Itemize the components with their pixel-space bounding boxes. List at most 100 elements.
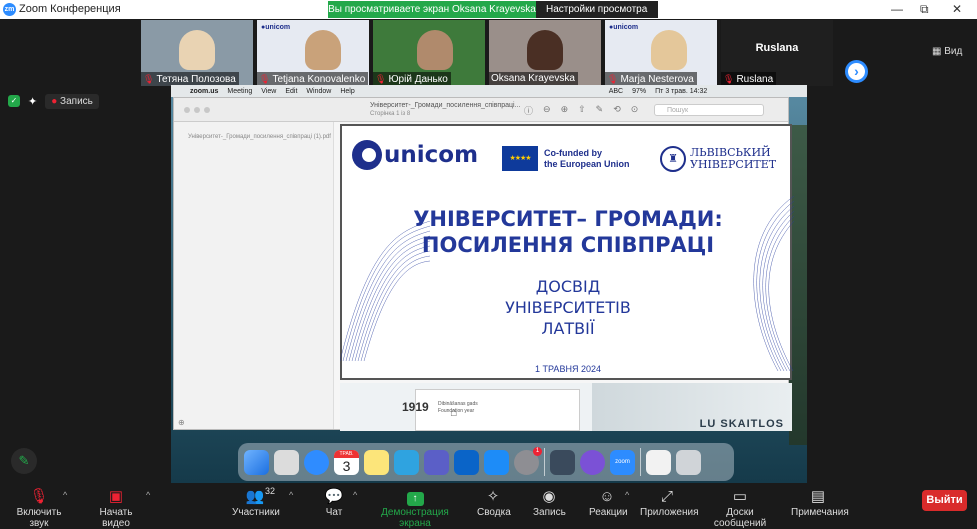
- summary-label: Сводка: [477, 507, 511, 518]
- grid-icon: ▦: [932, 46, 942, 57]
- telegram-icon[interactable]: [394, 449, 419, 475]
- chat-options-chevron[interactable]: ^: [353, 490, 357, 500]
- ai-companion-icon[interactable]: ✦: [28, 95, 37, 108]
- settings-icon[interactable]: 1: [514, 446, 542, 475]
- university-seal-icon: ♜: [660, 146, 686, 172]
- shared-screen: zoom.us Meeting View Edit Window Help AB…: [171, 85, 807, 483]
- notes-label: Примечания: [791, 507, 849, 518]
- annotate-icon[interactable]: ⊙: [631, 104, 639, 117]
- participant-tile[interactable]: ●unicom 🎙 Tetjana Konovalenko: [257, 20, 369, 86]
- participant-video: [651, 30, 687, 70]
- recording-label: Запись: [60, 95, 93, 107]
- notes-button[interactable]: ▤ Примечания: [791, 487, 849, 518]
- unicom-mark-icon: [352, 140, 382, 170]
- mac-menu-item[interactable]: Window: [306, 88, 331, 95]
- muted-mic-icon: 🎙: [143, 74, 155, 84]
- window-title: Zoom Конференция: [19, 3, 121, 15]
- sidebar-file-name[interactable]: Університет-_Громади_посилення_співпраці…: [188, 134, 331, 140]
- dock-separator: [544, 448, 545, 476]
- teams-icon[interactable]: [424, 449, 449, 475]
- muted-mic-icon: 🎙: [607, 74, 619, 84]
- document-icon[interactable]: [646, 449, 671, 475]
- zoom-out-icon[interactable]: ⊖: [543, 104, 551, 117]
- app-store-icon[interactable]: [484, 449, 509, 475]
- record-label: Запись: [533, 507, 566, 518]
- apps-button[interactable]: ⤢ Приложения: [640, 487, 699, 518]
- unicom-logo-icon: ●unicom: [609, 24, 639, 31]
- eu-text: Co-funded by the European Union: [544, 147, 630, 169]
- participant-avatar-name: Ruslana: [755, 42, 799, 54]
- finder-icon[interactable]: [244, 449, 269, 475]
- mac-menu-item[interactable]: Meeting: [227, 88, 252, 95]
- lviv-university-logo: ♜ ЛЬВІВСЬКИЙ УНІВЕРСИТЕТ: [660, 146, 776, 172]
- close-button[interactable]: ✕: [952, 2, 962, 16]
- participants-label: Участники: [232, 507, 280, 518]
- notification-badge: 1: [533, 446, 542, 456]
- safari-icon[interactable]: [304, 449, 329, 475]
- markup-icon[interactable]: ✎: [596, 104, 604, 117]
- reactions-options-chevron[interactable]: ^: [625, 490, 629, 500]
- foundation-label: Dibināšanas gads Foundation year: [438, 401, 478, 414]
- view-button[interactable]: ▦ Вид: [932, 46, 962, 57]
- close-dot-icon[interactable]: [184, 107, 190, 113]
- calendar-day: 3: [342, 457, 351, 474]
- video-off-icon: ▣: [108, 488, 124, 505]
- participant-video: [527, 30, 563, 70]
- trash-icon[interactable]: [676, 449, 701, 475]
- search-input[interactable]: Пошук: [654, 104, 764, 116]
- participant-tile[interactable]: Oksana Krayevska: [489, 20, 601, 86]
- zoom-dock-icon[interactable]: zoom: [610, 449, 635, 475]
- preview-app-icon[interactable]: [550, 449, 575, 475]
- foundation-year: 1919: [402, 400, 429, 414]
- mac-menu-item[interactable]: Edit: [285, 88, 297, 95]
- minimize-button[interactable]: —: [891, 2, 903, 16]
- annotate-pencil-icon[interactable]: ✎: [11, 448, 37, 474]
- participant-caption: 🎙 Тетяна Полозова: [141, 72, 239, 86]
- input-language[interactable]: ABC: [609, 88, 623, 95]
- window-controls: [184, 107, 210, 113]
- video-options-chevron[interactable]: ^: [146, 490, 150, 500]
- mac-menu-item[interactable]: Help: [340, 88, 354, 95]
- restore-button[interactable]: ⧉: [920, 2, 929, 17]
- notes-icon[interactable]: [364, 449, 389, 475]
- next-page-button[interactable]: ›: [845, 60, 868, 83]
- zoom-dot-icon[interactable]: [204, 107, 210, 113]
- reactions-button[interactable]: ☺ Реакции: [589, 487, 628, 518]
- slide-page-2: ⌂ 1919 Dibināšanas gads Foundation year L…: [340, 383, 792, 431]
- summary-icon: ✧: [486, 488, 500, 505]
- view-options-button[interactable]: Настройки просмотра ⌄: [536, 1, 658, 32]
- unicom-logo: unicom: [352, 140, 478, 170]
- launchpad-icon[interactable]: [274, 449, 299, 475]
- summary-button[interactable]: ✧ Сводка: [477, 487, 511, 518]
- leave-meeting-button[interactable]: Выйти: [922, 490, 967, 511]
- add-page-icon[interactable]: ⊕: [178, 418, 185, 427]
- participant-tile[interactable]: 🎙 Юрій Данько: [373, 20, 485, 86]
- participants-count: 32: [265, 486, 276, 496]
- chat-button[interactable]: 💬 Чат: [323, 487, 345, 518]
- calendar-icon[interactable]: ТРАВ. 3: [334, 449, 359, 475]
- minimize-dot-icon[interactable]: [194, 107, 200, 113]
- sharing-banner: Вы просматриваете экран Oksana Krayevska…: [328, 1, 658, 32]
- outlook-icon[interactable]: [454, 449, 479, 475]
- zoom-in-icon[interactable]: ⊕: [561, 104, 569, 117]
- record-button[interactable]: ◉ Запись: [533, 487, 566, 518]
- muted-mic-icon: 🎙: [29, 488, 49, 505]
- participant-tile[interactable]: ●unicom 🎙 Marja Nesterova: [605, 20, 717, 86]
- battery-indicator: 97%: [632, 87, 647, 95]
- participant-tile[interactable]: Ruslana 🎙 Ruslana: [721, 20, 833, 86]
- participants-options-chevron[interactable]: ^: [289, 490, 293, 500]
- viber-icon[interactable]: [580, 449, 605, 475]
- slide-subtitle: ДОСВІД УНІВЕРСИТЕТІВ ЛАТВІЇ: [505, 277, 631, 338]
- participant-tile[interactable]: 🎙 Тетяна Полозова: [141, 20, 253, 86]
- share-icon[interactable]: ⇧: [578, 104, 586, 117]
- shield-icon[interactable]: ✓: [8, 95, 20, 107]
- audio-options-chevron[interactable]: ^: [63, 490, 67, 500]
- recording-button[interactable]: ● Запись: [45, 93, 99, 109]
- info-icon[interactable]: ⓘ: [524, 104, 533, 117]
- muted-mic-icon: 🎙: [375, 74, 387, 84]
- rotate-icon[interactable]: ⟲: [613, 104, 621, 117]
- mac-menubar: zoom.us Meeting View Edit Window Help AB…: [171, 85, 807, 97]
- mac-menu-item[interactable]: View: [261, 88, 276, 95]
- preview-window: Університет-_Громади_посилення_співпраці…: [173, 97, 794, 431]
- mac-menu-item[interactable]: zoom.us: [190, 88, 218, 95]
